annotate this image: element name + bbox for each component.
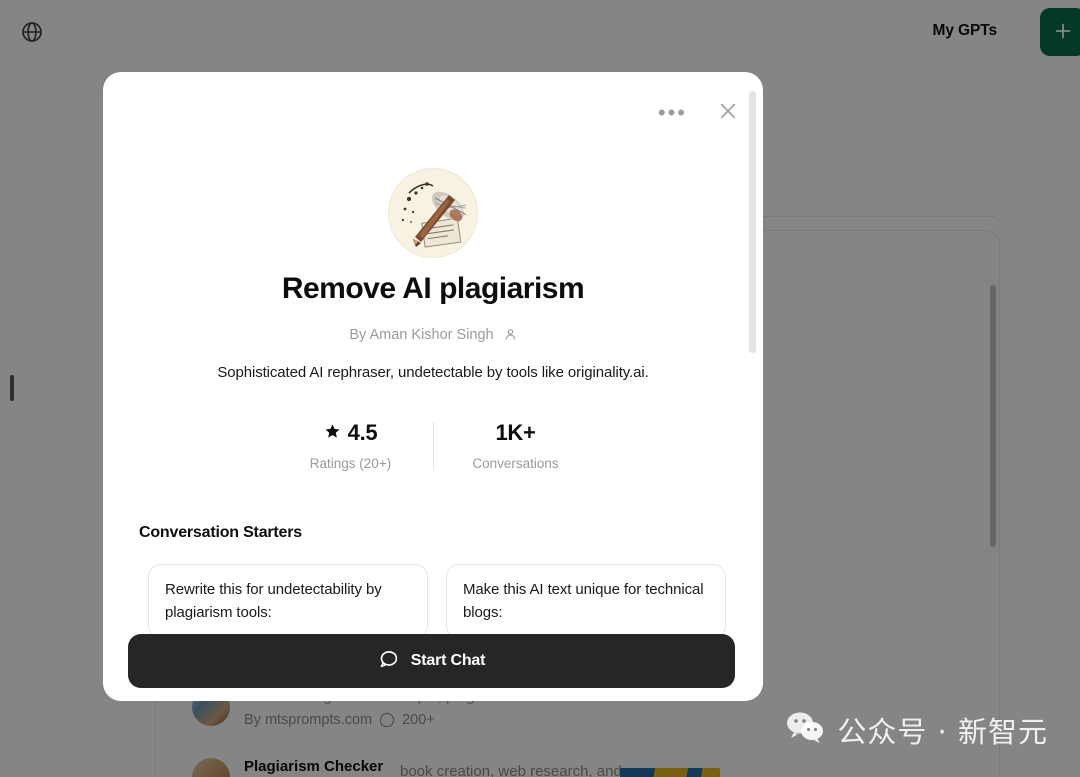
stat-ratings-value: 4.5 <box>348 420 378 446</box>
close-icon <box>717 100 739 125</box>
stat-conversations-value: 1K+ <box>495 420 535 446</box>
stat-conversations-label: Conversations <box>434 456 598 471</box>
modal-action-bar: ••• <box>658 100 739 125</box>
conversation-starter-card[interactable]: Make this AI text unique for technical b… <box>446 564 726 639</box>
watermark: 公众号 · 新智元 <box>786 709 1048 751</box>
start-chat-label: Start Chat <box>411 652 485 670</box>
person-icon <box>504 328 517 345</box>
gpt-author: By Aman Kishor Singh <box>103 327 763 345</box>
gpt-stats: 4.5 Ratings (20+) 1K+ Conversations <box>103 420 763 471</box>
sidebar-toggle-handle[interactable] <box>10 375 14 401</box>
gpt-description: Sophisticated AI rephraser, undetectable… <box>103 364 763 381</box>
start-chat-button[interactable]: Start Chat <box>128 634 735 688</box>
gpt-detail-modal: ••• <box>103 72 763 701</box>
conversation-starters-grid: Rewrite this for undetectability by plag… <box>148 564 726 639</box>
modal-scrollbar[interactable] <box>749 91 756 353</box>
quill-pen-avatar <box>388 168 478 258</box>
conversation-starters-heading: Conversation Starters <box>139 524 302 542</box>
wechat-icon <box>786 711 824 750</box>
page-title: Remove AI plagiarism <box>103 272 763 306</box>
stat-conversations: 1K+ Conversations <box>434 420 598 471</box>
stat-ratings-label: Ratings (20+) <box>269 456 433 471</box>
modal-content: Remove AI plagiarism By Aman Kishor Sing… <box>103 72 763 701</box>
ellipsis-icon: ••• <box>658 107 687 119</box>
gpt-author-name: By Aman Kishor Singh <box>349 327 493 343</box>
more-options-button[interactable]: ••• <box>658 107 687 119</box>
watermark-text: 公众号 · 新智元 <box>837 709 1048 751</box>
conversation-starter-card[interactable]: Rewrite this for undetectability by plag… <box>148 564 428 639</box>
close-button[interactable] <box>717 100 739 125</box>
stat-ratings: 4.5 Ratings (20+) <box>269 420 433 471</box>
app-root: My GPTs e instructions, extra . Transfor… <box>0 0 1080 777</box>
star-icon <box>324 420 341 446</box>
chat-bubble-icon <box>378 648 399 674</box>
